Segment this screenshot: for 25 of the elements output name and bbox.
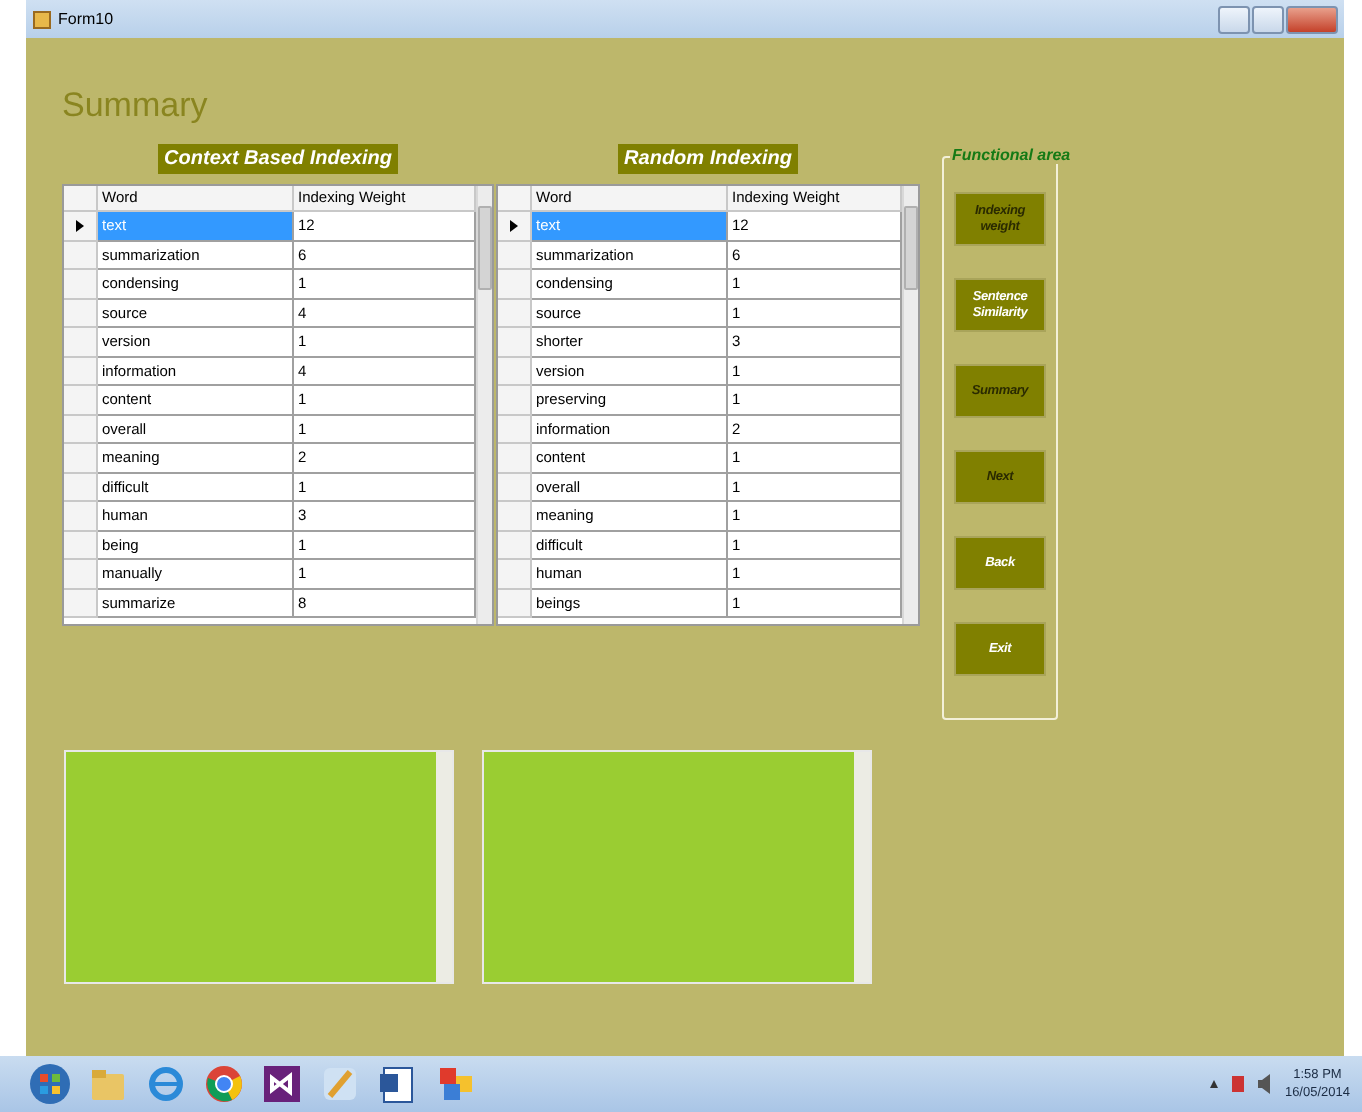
window-title: Form10: [58, 10, 114, 28]
row-pointer-icon: [510, 219, 518, 232]
table-caption: Random Indexing: [618, 144, 798, 174]
scrollbar[interactable]: [902, 186, 918, 624]
row-header[interactable]: [64, 212, 98, 241]
row-pointer-icon: [76, 219, 84, 232]
scrollbar[interactable]: [476, 186, 492, 624]
chrome-icon[interactable]: [202, 1062, 246, 1106]
maximize-button[interactable]: [1252, 5, 1284, 33]
flag-icon[interactable]: [1228, 1074, 1249, 1094]
row-header[interactable]: [498, 212, 532, 241]
paint-icon[interactable]: [318, 1062, 362, 1106]
text-area[interactable]: [482, 750, 872, 984]
text-area[interactable]: [64, 750, 454, 984]
table-caption: Context Based Indexing: [158, 144, 398, 174]
close-button[interactable]: [1286, 5, 1338, 33]
form-heading: Summary: [62, 86, 210, 128]
browser-icon[interactable]: [144, 1062, 188, 1106]
group-title: Functional area: [950, 146, 1073, 164]
visual-studio-icon[interactable]: [260, 1062, 304, 1106]
app-icon[interactable]: [434, 1062, 478, 1106]
start-orb-icon[interactable]: [28, 1062, 72, 1106]
minimize-button[interactable]: [1218, 5, 1250, 33]
form-icon: [32, 9, 52, 29]
tray-arrow-icon[interactable]: [1208, 1078, 1221, 1090]
